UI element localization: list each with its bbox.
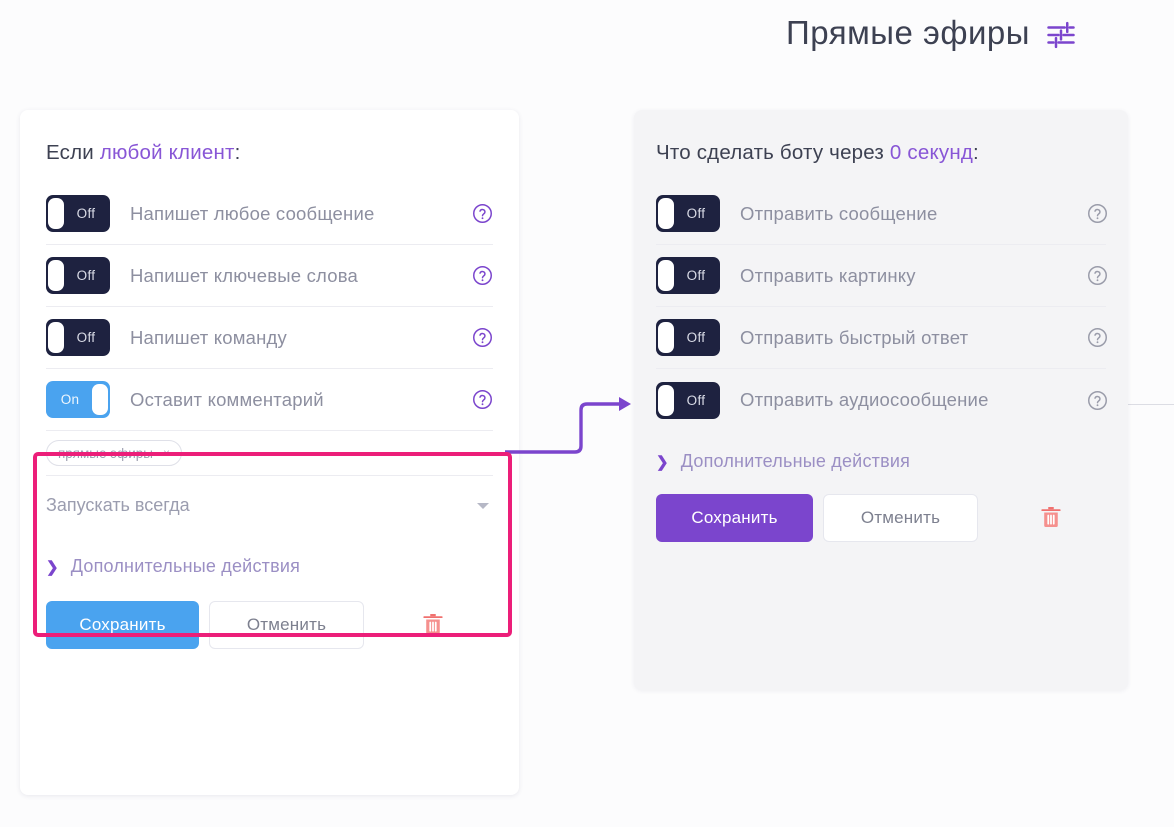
trigger-footer: Сохранить Отменить (20, 577, 519, 649)
action-card-title: Что сделать боту через 0 секунд: (634, 110, 1128, 165)
trigger-cancel-button[interactable]: Отменить (209, 601, 364, 649)
toggle-send-message[interactable]: Off (656, 195, 720, 232)
help-icon[interactable] (1087, 203, 1108, 224)
action-row-send-message: Off Отправить сообщение (656, 183, 1108, 245)
action-card: Что сделать боту через 0 секунд: Off Отп… (634, 110, 1128, 690)
toggle-any-message[interactable]: Off (46, 195, 110, 232)
action-row-send-picture: Off Отправить картинку (656, 245, 1108, 307)
trigger-title-suffix: : (234, 141, 241, 164)
help-icon[interactable] (1087, 390, 1108, 411)
action-label-quick-reply: Отправить быстрый ответ (740, 326, 969, 348)
run-mode-value: Запускать всегда (46, 494, 190, 515)
action-label-send-message: Отправить сообщение (740, 202, 938, 224)
trigger-label-comment: Оставит комментарий (130, 388, 324, 410)
trigger-title-accent: любой клиент (99, 141, 235, 164)
toggle-send-picture[interactable]: Off (656, 257, 720, 294)
toggle-keywords[interactable]: Off (46, 257, 110, 294)
toggle-state-label: Off (686, 206, 706, 221)
page-root: Прямые эфиры Если любой клиент: Off Напи… (0, 0, 1174, 827)
trigger-title-prefix: Если (46, 141, 100, 164)
action-extra-actions-label: Дополнительные действия (680, 451, 911, 471)
help-icon[interactable] (472, 327, 493, 348)
action-title-prefix: Что сделать боту через (656, 141, 890, 164)
action-rows: Off Отправить сообщение Off Отправить ка… (634, 183, 1128, 431)
tag-chip-live-streams[interactable]: прямые эфиры × (46, 440, 182, 466)
flow-connector-arrow (505, 397, 631, 454)
trigger-label-keywords: Напишет ключевые слова (130, 264, 359, 286)
toggle-state-label: Off (686, 330, 706, 345)
toggle-knob (48, 322, 64, 353)
tag-remove-icon[interactable]: × (163, 446, 170, 460)
action-extra-actions-link[interactable]: ❯ Дополнительные действия (634, 431, 1128, 472)
toggle-state-label: Off (76, 268, 96, 283)
action-row-quick-reply: Off Отправить быстрый ответ (656, 307, 1108, 369)
help-icon[interactable] (472, 203, 493, 224)
tag-chip-label: прямые эфиры (58, 445, 153, 461)
trigger-extra-actions-link[interactable]: ❯ Дополнительные действия (20, 534, 519, 577)
sliders-icon[interactable] (1046, 16, 1076, 50)
trigger-card: Если любой клиент: Off Напишет любое соо… (20, 110, 519, 795)
toggle-state-label: Off (76, 330, 96, 345)
tag-list: прямые эфиры × (46, 431, 493, 476)
chevron-right-icon: ❯ (46, 558, 59, 576)
toggle-knob (48, 260, 64, 291)
toggle-knob (92, 384, 108, 415)
help-icon[interactable] (1087, 265, 1108, 286)
toggle-state-label: Off (686, 392, 706, 408)
trigger-card-title: Если любой клиент: (20, 110, 519, 165)
toggle-knob (658, 322, 674, 353)
flow-connector-edge-line (1128, 404, 1174, 405)
action-delete-button[interactable] (1040, 505, 1062, 531)
trigger-delete-button[interactable] (422, 612, 444, 638)
help-icon[interactable] (472, 265, 493, 286)
action-save-button[interactable]: Сохранить (656, 494, 813, 542)
action-footer: Сохранить Отменить (634, 472, 1128, 542)
toggle-state-label: On (60, 392, 80, 407)
run-mode-select[interactable]: Запускать всегда (46, 476, 493, 534)
toggle-knob (658, 260, 674, 291)
trigger-rows: Off Напишет любое сообщение Off Напишет … (20, 183, 519, 534)
page-header: Прямые эфиры (786, 14, 1076, 52)
toggle-quick-reply[interactable]: Off (656, 319, 720, 356)
action-title-suffix: : (973, 141, 979, 164)
toggle-knob (658, 198, 674, 229)
help-icon[interactable] (1087, 327, 1108, 348)
trigger-extra-actions-label: Дополнительные действия (70, 556, 301, 576)
toggle-comment[interactable]: On (46, 381, 110, 418)
trigger-label-any-message: Напишет любое сообщение (130, 202, 375, 224)
action-cancel-button[interactable]: Отменить (823, 494, 978, 542)
action-row-send-audio: Off Отправить аудиосообщение (656, 369, 1108, 431)
trigger-row-command: Off Напишет команду (46, 307, 493, 369)
chevron-right-icon: ❯ (656, 453, 669, 471)
trigger-row-any-message: Off Напишет любое сообщение (46, 183, 493, 245)
trigger-label-command: Напишет команду (130, 326, 287, 348)
page-title: Прямые эфиры (786, 14, 1030, 51)
chevron-down-icon (477, 503, 489, 509)
toggle-command[interactable]: Off (46, 319, 110, 356)
help-icon[interactable] (472, 389, 493, 410)
action-label-send-audio: Отправить аудиосообщение (740, 389, 989, 410)
toggle-send-audio[interactable]: Off (656, 381, 720, 419)
action-title-accent: 0 секунд (889, 141, 974, 164)
trigger-save-button[interactable]: Сохранить (46, 601, 199, 649)
toggle-state-label: Off (686, 268, 706, 283)
action-label-send-picture: Отправить картинку (740, 264, 916, 286)
toggle-knob (48, 198, 64, 229)
trigger-row-keywords: Off Напишет ключевые слова (46, 245, 493, 307)
toggle-state-label: Off (76, 206, 96, 221)
trigger-row-comment: On Оставит комментарий (46, 369, 493, 431)
toggle-knob (658, 384, 674, 416)
